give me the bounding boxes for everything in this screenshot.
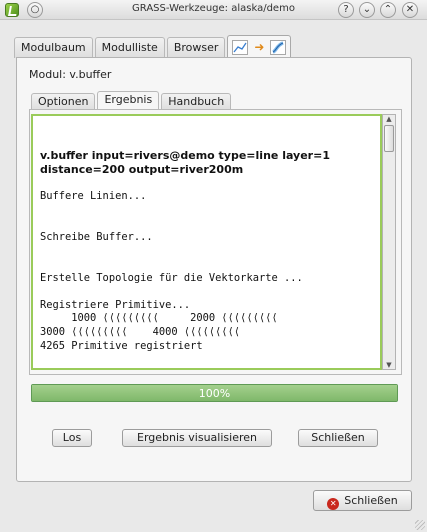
- log-line: Registriere Primitive...: [40, 298, 191, 311]
- log-line: Erstelle Topologie für die Vektorkarte .…: [40, 271, 303, 284]
- close-dialog-button[interactable]: ✕ Schließen: [313, 490, 412, 511]
- window-titlebar: ○ GRASS-Werkzeuge: alaska/demo ? ⌄ ⌃ ✕: [0, 0, 427, 20]
- log-lines: Buffere Linien... Schreibe Buffer... Ers…: [40, 189, 376, 368]
- log-line: 4265 Primitive registriert: [40, 339, 203, 352]
- output-textarea[interactable]: v.buffer input=rivers@demo type=line lay…: [31, 114, 382, 370]
- resize-grip-icon[interactable]: [415, 520, 425, 530]
- maximize-button[interactable]: ⌃: [380, 2, 396, 18]
- output-scrollbar[interactable]: ▲ ▼: [382, 114, 396, 370]
- log-line: Buffere Linien...: [40, 189, 147, 202]
- tab-modulbaum[interactable]: Modulbaum: [14, 37, 93, 58]
- minimize-button[interactable]: ⌄: [359, 2, 375, 18]
- run-button[interactable]: Los: [52, 429, 92, 447]
- close-window-button[interactable]: ✕: [402, 2, 418, 18]
- module-panel: Modul: v.buffer Optionen Ergebnis Handbu…: [16, 57, 412, 482]
- log-line: 3000 ⟨⟨⟨⟨⟨⟨⟨⟨⟨ 4000 ⟨⟨⟨⟨⟨⟨⟨⟨⟨: [40, 325, 241, 338]
- progress-bar: 100%: [31, 384, 398, 402]
- tab-ergebnis[interactable]: Ergebnis: [97, 91, 160, 110]
- scrollbar-thumb[interactable]: [384, 125, 394, 152]
- command-line: v.buffer input=rivers@demo type=line lay…: [40, 149, 330, 176]
- tab-module-output[interactable]: ➜: [227, 35, 292, 58]
- close-dialog-label: Schließen: [344, 494, 398, 507]
- buffer-icon: [270, 39, 287, 55]
- help-button[interactable]: ?: [338, 2, 354, 18]
- close-icon: ✕: [327, 498, 340, 510]
- close-module-button[interactable]: Schließen: [298, 429, 378, 447]
- log-line: 245937 Vertices registriert: [40, 367, 376, 368]
- log-line: Schreibe Buffer...: [40, 230, 153, 243]
- module-label: Modul: v.buffer: [29, 68, 112, 81]
- tab-modulliste[interactable]: Modulliste: [94, 37, 165, 58]
- view-output-button[interactable]: Ergebnis visualisieren: [122, 429, 272, 447]
- arrow-right-icon: ➜: [254, 40, 265, 54]
- progress-label: 100%: [198, 387, 231, 400]
- top-tab-bar: Modulbaum Modulliste Browser ➜: [14, 35, 293, 58]
- scroll-down-icon[interactable]: ▼: [385, 362, 393, 369]
- tab-browser[interactable]: Browser: [166, 37, 226, 58]
- scroll-up-icon[interactable]: ▲: [385, 116, 393, 123]
- sub-tab-bar: Optionen Ergebnis Handbuch: [31, 91, 233, 110]
- log-line: 1000 ⟨⟨⟨⟨⟨⟨⟨⟨⟨ 2000 ⟨⟨⟨⟨⟨⟨⟨⟨⟨: [40, 312, 278, 325]
- tab-handbuch[interactable]: Handbuch: [161, 93, 232, 110]
- tab-optionen[interactable]: Optionen: [31, 93, 96, 110]
- line-chart-icon: [232, 39, 249, 55]
- output-content: v.buffer input=rivers@demo type=line lay…: [40, 122, 376, 368]
